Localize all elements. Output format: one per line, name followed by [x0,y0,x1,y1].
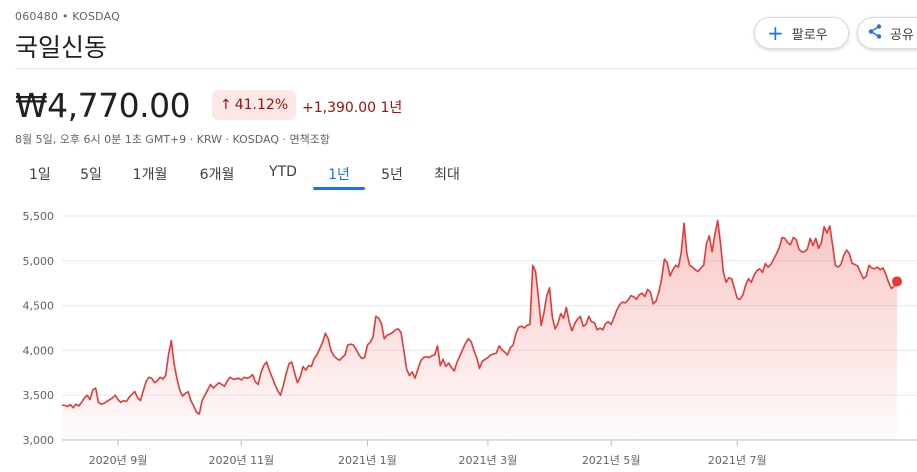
tab-label: 1개월 [132,167,168,183]
tab-1m[interactable]: 1개월 [119,164,181,184]
tab-label: 6개월 [199,167,235,183]
range-tabs: 1일 5일 1개월 6개월 YTD 1년 5년 최대 [15,164,475,190]
arrow-up-icon: ↑ [220,97,232,113]
share-label: 공유 [890,27,914,43]
x-tick-label: 2020년 11월 [208,454,274,467]
tab-label: YTD [269,164,297,180]
tab-ytd[interactable]: YTD [253,164,313,184]
follow-label: 팔로우 [791,27,828,43]
tab-label: 5일 [80,167,102,183]
plus-icon: + [767,21,784,45]
tab-5y[interactable]: 5년 [365,164,419,184]
y-tick-label: 5,000 [23,255,55,268]
tab-1d[interactable]: 1일 [15,164,63,184]
change-percent: 41.12% [234,97,289,113]
company-name: 국일신동 [15,33,108,62]
change-percent-badge: ↑ 41.12% [212,90,297,120]
x-tick-label: 2021년 7월 [708,454,767,467]
tab-6m[interactable]: 6개월 [181,164,253,184]
tab-label: 최대 [434,167,460,183]
y-tick-label: 4,000 [23,344,55,357]
y-tick-label: 3,000 [23,434,55,447]
header-divider [15,68,917,69]
x-tick-label: 2021년 3월 [459,454,518,467]
y-tick-label: 4,500 [23,300,55,313]
tab-5d[interactable]: 5일 [63,164,119,184]
x-tick-label: 2020년 9월 [89,454,148,467]
y-tick-label: 3,500 [23,389,55,402]
quote-meta: 8월 5일, 오후 6시 0분 1초 GMT+9 · KRW · KOSDAQ … [15,133,331,146]
current-price: ₩4,770.00 [15,86,191,125]
tab-label: 1일 [29,167,51,183]
x-tick-label: 2021년 5월 [582,454,641,467]
change-absolute: +1,390.00 1년 [302,100,403,116]
y-tick-label: 5,500 [23,210,55,223]
follow-button[interactable]: + 팔로우 [754,17,849,49]
tab-max[interactable]: 최대 [419,164,475,184]
tab-label: 1년 [328,167,350,183]
share-icon [868,24,882,42]
price-area [62,220,897,440]
price-chart[interactable]: 3,000 3,500 4,000 4,500 5,000 5,500 2020년 9월 2… [0,200,917,472]
tab-label: 5년 [381,167,403,183]
ticker-label: 060480 • KOSDAQ [15,10,120,23]
last-price-marker [892,276,902,287]
x-tick-label: 2021년 1월 [338,454,397,467]
tab-1y[interactable]: 1년 [313,164,365,190]
share-button[interactable]: 공유 [857,17,917,49]
